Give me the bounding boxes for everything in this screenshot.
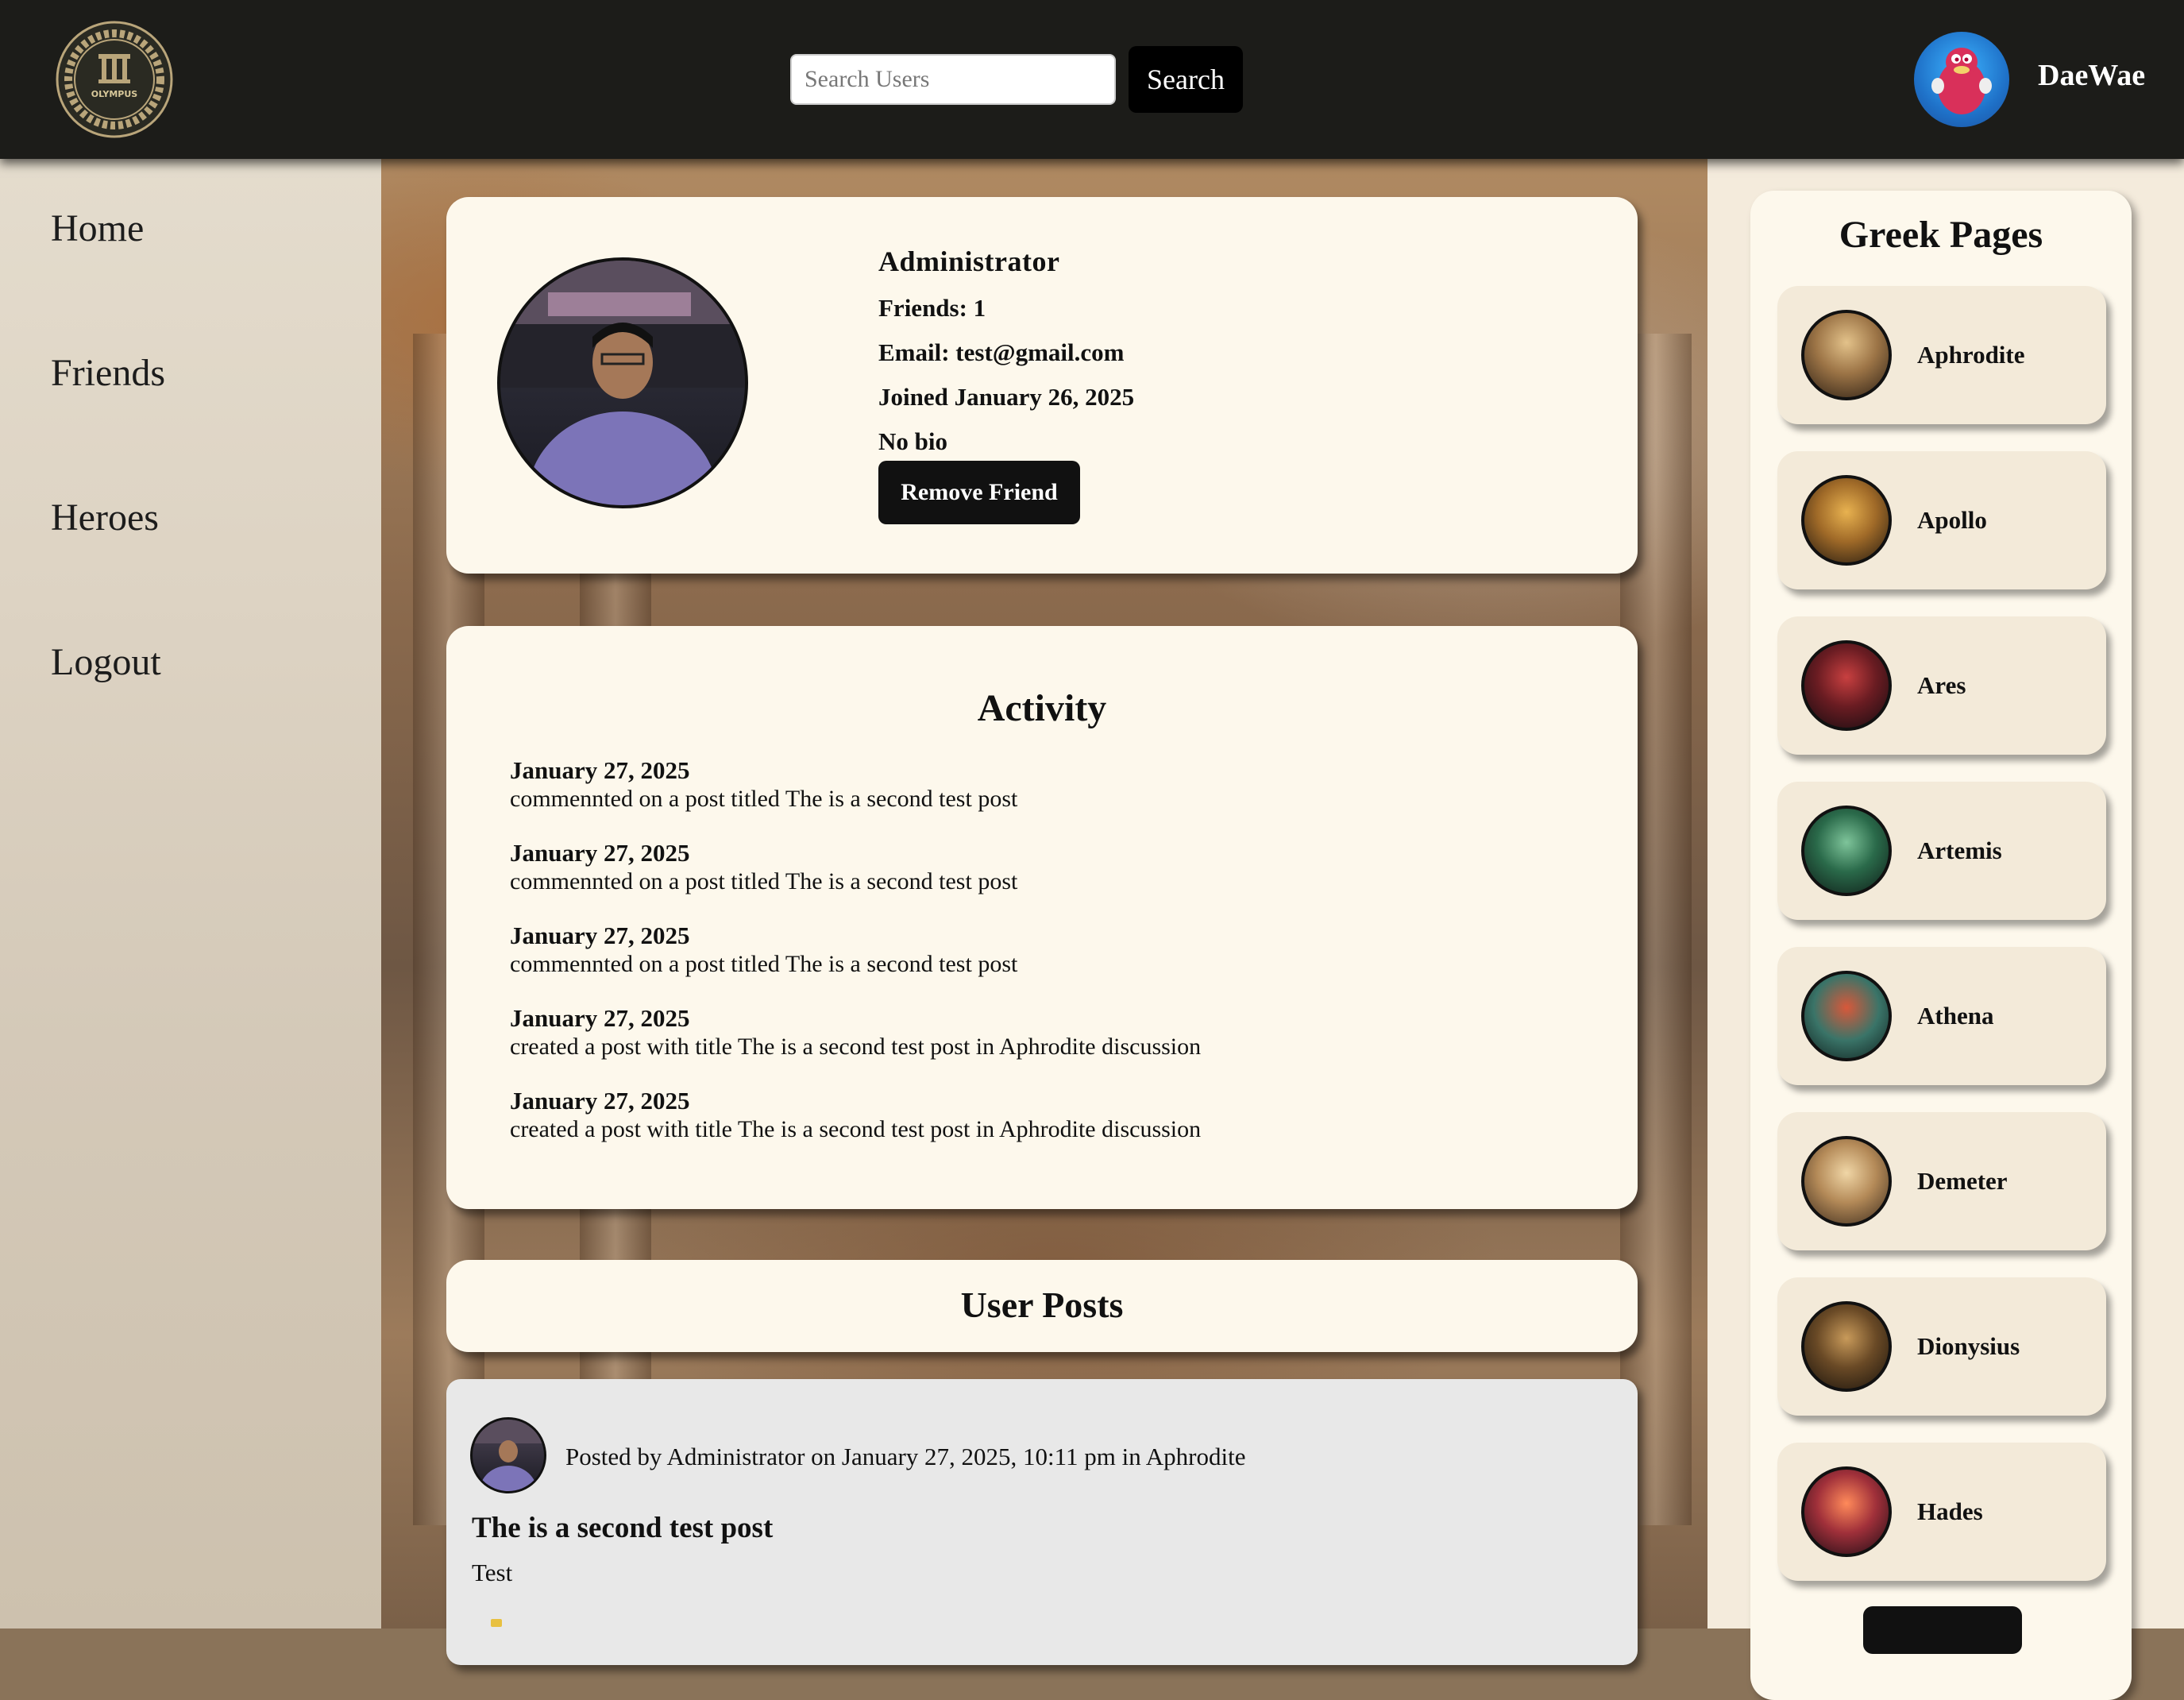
- greek-pages-title: Greek Pages: [1839, 214, 2043, 256]
- activity-list: January 27, 2025 commennted on a post ti…: [510, 756, 1201, 1169]
- activity-text: created a post with title The is a secon…: [510, 1116, 1202, 1142]
- top-navbar: OLYMPUS Search DaeWae: [0, 0, 2184, 159]
- logo-text: OLYMPUS: [91, 89, 138, 99]
- user-posts-header: User Posts: [446, 1260, 1638, 1352]
- activity-card: Activity January 27, 2025 commennted on …: [446, 626, 1638, 1209]
- god-name: Hades: [1917, 1497, 1983, 1525]
- god-card-dionysius[interactable]: Dionysius: [1777, 1277, 2106, 1416]
- dionysius-portrait: [1801, 1301, 1892, 1392]
- activity-item: January 27, 2025 commennted on a post ti…: [510, 839, 1201, 921]
- activity-date: January 27, 2025: [510, 1004, 690, 1032]
- user-search: Search: [790, 46, 1243, 113]
- nav-logout[interactable]: Logout: [51, 640, 161, 684]
- user-posts-title: User Posts: [960, 1285, 1124, 1325]
- demeter-portrait: [1801, 1136, 1892, 1227]
- activity-date: January 27, 2025: [510, 756, 690, 784]
- post-title[interactable]: The is a second test post: [472, 1511, 773, 1545]
- profile-bio: No bio: [878, 427, 947, 455]
- artemis-portrait: [1801, 806, 1892, 896]
- profile-name: Administrator: [878, 245, 1060, 277]
- apollo-portrait: [1801, 475, 1892, 566]
- god-card-apollo[interactable]: Apollo: [1777, 451, 2106, 589]
- god-card-hades[interactable]: Hades: [1777, 1443, 2106, 1581]
- aphrodite-portrait: [1801, 310, 1892, 400]
- god-card-athena[interactable]: Athena: [1777, 947, 2106, 1085]
- god-name: Artemis: [1917, 836, 2002, 864]
- god-card-ares[interactable]: Ares: [1777, 616, 2106, 755]
- post-meta: Posted by Administrator on January 27, 2…: [565, 1443, 1246, 1470]
- activity-date: January 27, 2025: [510, 921, 690, 949]
- profile-photo: [497, 257, 748, 508]
- activity-item: January 27, 2025 created a post with tit…: [510, 1004, 1201, 1087]
- profile-info: Administrator Friends: 1 Email: test@gma…: [878, 245, 1134, 456]
- activity-text: created a post with title The is a secon…: [510, 1034, 1202, 1060]
- post-author-avatar[interactable]: [470, 1417, 546, 1493]
- god-card-artemis[interactable]: Artemis: [1777, 782, 2106, 920]
- activity-text: commennted on a post titled The is a sec…: [510, 951, 1018, 977]
- god-name: Athena: [1917, 1002, 1994, 1030]
- god-name: Apollo: [1917, 506, 1987, 534]
- remove-friend-button[interactable]: Remove Friend: [878, 461, 1080, 524]
- profile-email: Email: test@gmail.com: [878, 338, 1125, 366]
- ares-portrait: [1801, 640, 1892, 731]
- search-button[interactable]: Search: [1129, 46, 1243, 113]
- profile-friends-count: Friends: 1: [878, 294, 986, 322]
- user-avatar[interactable]: [1914, 32, 2009, 127]
- activity-title: Activity: [977, 687, 1107, 729]
- god-name: Demeter: [1917, 1167, 2008, 1195]
- left-sidebar: Home Friends Heroes Logout: [0, 159, 381, 1629]
- god-card-aphrodite[interactable]: Aphrodite: [1777, 286, 2106, 424]
- activity-item: January 27, 2025 commennted on a post ti…: [510, 756, 1201, 839]
- activity-text: commennted on a post titled The is a sec…: [510, 868, 1018, 894]
- god-name: Ares: [1917, 671, 1966, 699]
- post-card[interactable]: Posted by Administrator on January 27, 2…: [446, 1379, 1638, 1665]
- view-more-button[interactable]: [1863, 1606, 2022, 1654]
- activity-date: January 27, 2025: [510, 1087, 690, 1115]
- profile-card: Administrator Friends: 1 Email: test@gma…: [446, 197, 1638, 574]
- activity-date: January 27, 2025: [510, 839, 690, 867]
- god-name: Dionysius: [1917, 1332, 2020, 1360]
- activity-text: commennted on a post titled The is a sec…: [510, 786, 1018, 812]
- profile-joined: Joined January 26, 2025: [878, 383, 1135, 411]
- nav-heroes[interactable]: Heroes: [51, 496, 159, 539]
- search-input[interactable]: [790, 54, 1116, 105]
- athena-portrait: [1801, 971, 1892, 1061]
- nav-friends[interactable]: Friends: [51, 351, 165, 395]
- activity-item: January 27, 2025 created a post with tit…: [510, 1087, 1201, 1169]
- like-icon[interactable]: [491, 1619, 502, 1627]
- olympus-logo[interactable]: OLYMPUS: [56, 21, 173, 138]
- post-body: Test: [472, 1559, 513, 1586]
- username-label[interactable]: DaeWae: [2038, 58, 2145, 93]
- hades-portrait: [1801, 1466, 1892, 1557]
- activity-item: January 27, 2025 commennted on a post ti…: [510, 921, 1201, 1004]
- god-card-demeter[interactable]: Demeter: [1777, 1112, 2106, 1250]
- god-name: Aphrodite: [1917, 341, 2025, 369]
- nav-home[interactable]: Home: [51, 207, 144, 250]
- greek-pages-panel: Greek Pages Aphrodite Apollo Ares Artemi…: [1750, 191, 2132, 1700]
